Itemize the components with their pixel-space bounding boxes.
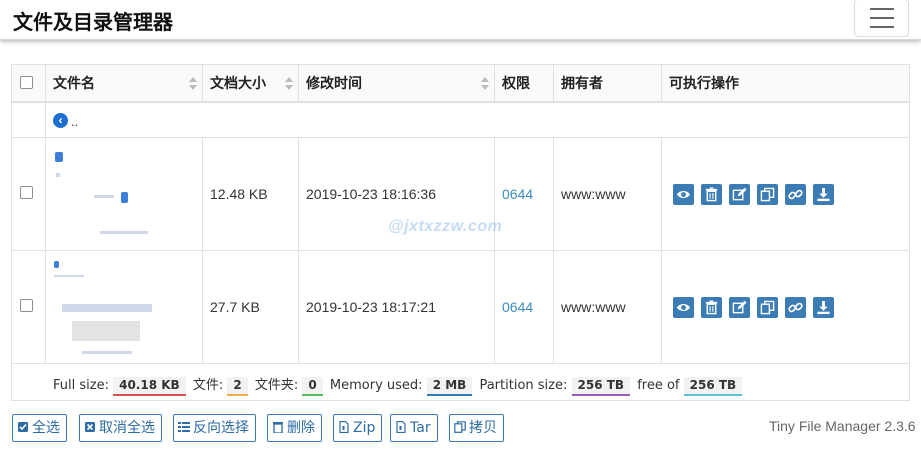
copy-action-button[interactable]: [757, 184, 778, 205]
trash-action-button[interactable]: [701, 297, 722, 318]
link-action-button[interactable]: [785, 184, 806, 205]
eye-icon: [673, 300, 694, 315]
partition-label: Partition size:: [479, 378, 568, 393]
edit-action-button[interactable]: [729, 184, 750, 205]
copy-button[interactable]: 拷贝: [449, 414, 504, 442]
eye-action-button[interactable]: [673, 184, 694, 205]
tar-button[interactable]: Tar: [390, 414, 438, 442]
select-all-checkbox[interactable]: [20, 76, 33, 89]
header-size[interactable]: 文档大小: [210, 65, 266, 103]
file-perms-link[interactable]: 0644: [502, 299, 533, 315]
check-square-icon: [18, 422, 28, 432]
files-label: 文件:: [192, 378, 224, 393]
trash-icon: [701, 187, 722, 202]
link-icon: [785, 300, 806, 315]
sort-icon[interactable]: [285, 77, 293, 91]
top-navbar: 文件及目录管理器: [0, 0, 921, 40]
file-archive-icon: [396, 421, 406, 433]
header-name[interactable]: 文件名: [53, 65, 95, 103]
parent-dir-icon[interactable]: ‹: [53, 113, 68, 128]
file-modified: 2019-10-23 18:17:21: [306, 299, 436, 315]
header-modified[interactable]: 修改时间: [306, 65, 362, 103]
trash-icon: [273, 422, 283, 433]
list-icon: [178, 422, 190, 432]
copy-action-button[interactable]: [757, 297, 778, 318]
edit-icon: [729, 187, 750, 202]
eye-icon: [673, 187, 694, 202]
row-checkbox[interactable]: [20, 299, 33, 312]
summary-bar: Full size: 40.18 KB 文件: 2 文件夹: 0 Memory …: [53, 374, 745, 396]
sort-icon[interactable]: [481, 77, 489, 91]
app-version: Tiny File Manager 2.3.6: [769, 418, 916, 434]
free-value: 256 TB: [683, 377, 743, 396]
watermark: @jxtxzzw.com: [388, 218, 503, 235]
memory-value: 2 MB: [426, 377, 473, 396]
parent-dir-link[interactable]: ..: [71, 114, 78, 129]
download-icon: [813, 300, 834, 315]
file-perms-link[interactable]: 0644: [502, 186, 533, 202]
trash-action-button[interactable]: [701, 184, 722, 205]
zip-button[interactable]: Zip: [333, 414, 383, 442]
edit-icon: [729, 300, 750, 315]
file-owner: www:www: [561, 186, 626, 202]
download-icon: [813, 187, 834, 202]
file-archive-icon: [339, 421, 349, 433]
download-action-button[interactable]: [813, 184, 834, 205]
file-thumbnail[interactable]: [52, 147, 162, 237]
unselect-all-button[interactable]: 取消全选: [79, 414, 162, 442]
memory-label: Memory used:: [329, 378, 423, 393]
invert-selection-button[interactable]: 反向选择: [173, 414, 256, 442]
trash-icon: [701, 300, 722, 315]
edit-action-button[interactable]: [729, 297, 750, 318]
hamburger-icon: [870, 8, 894, 10]
folders-label: 文件夹:: [254, 378, 299, 393]
header-owner: 拥有者: [561, 76, 603, 92]
download-action-button[interactable]: [813, 297, 834, 318]
x-square-icon: [85, 422, 95, 432]
link-icon: [785, 187, 806, 202]
header-perms: 权限: [502, 76, 530, 92]
file-owner: www:www: [561, 299, 626, 315]
partition-value: 256 TB: [571, 377, 631, 396]
full-size-value: 40.18 KB: [113, 377, 186, 396]
copy-icon: [757, 187, 778, 202]
file-size: 12.48 KB: [210, 186, 268, 202]
file-modified: 2019-10-23 18:16:36: [306, 186, 436, 202]
eye-action-button[interactable]: [673, 297, 694, 318]
select-all-button[interactable]: 全选: [12, 414, 67, 442]
file-thumbnail[interactable]: [52, 259, 162, 354]
sort-icon[interactable]: [189, 77, 197, 91]
menu-toggle-button[interactable]: [854, 0, 909, 37]
files-count: 2: [227, 377, 248, 396]
file-size: 27.7 KB: [210, 299, 260, 315]
header-actions: 可执行操作: [669, 76, 739, 92]
folders-count: 0: [302, 377, 323, 396]
delete-button[interactable]: 删除: [267, 414, 322, 442]
copy-icon: [454, 421, 466, 433]
table-header: 文件名 文档大小 修改时间 权限 拥有者 可执行操作: [12, 65, 909, 103]
copy-icon: [757, 300, 778, 315]
link-action-button[interactable]: [785, 297, 806, 318]
app-title[interactable]: 文件及目录管理器: [13, 6, 173, 35]
free-label: free of: [637, 378, 680, 393]
row-checkbox[interactable]: [20, 186, 33, 199]
full-size-label: Full size:: [53, 378, 109, 393]
